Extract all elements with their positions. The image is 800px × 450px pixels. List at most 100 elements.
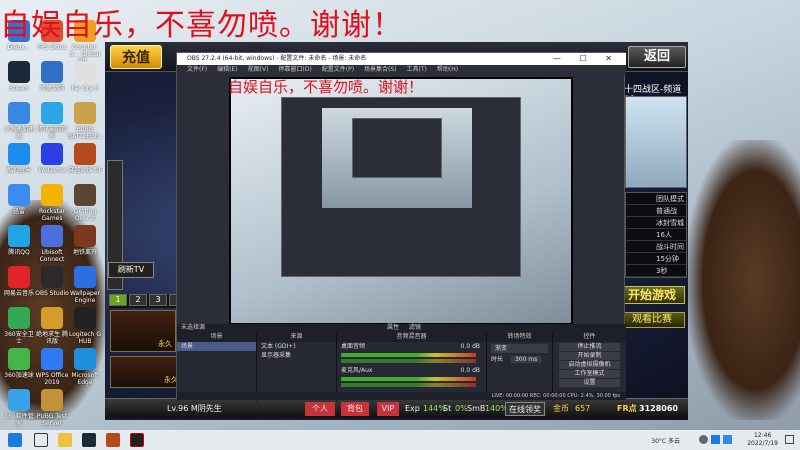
scenes-dock: 场景 场景 — [177, 332, 257, 401]
desktop-icon[interactable]: WPS Office 2019 — [35, 348, 69, 386]
desktop-icon[interactable]: 绝地求生 腾讯版 — [35, 307, 69, 345]
desktop-icon[interactable]: 360安全卫士 — [2, 307, 36, 345]
desktop-icon[interactable]: 修复动网 — [35, 61, 69, 92]
desktop-icon-label: Rockstar Games — [39, 208, 65, 222]
steam-icon[interactable] — [82, 433, 96, 447]
desktop-icon[interactable]: 迅雷 — [2, 184, 36, 215]
online-reward-button[interactable]: 在线领奖 — [505, 402, 545, 416]
menu-item[interactable]: 工具(T) — [407, 65, 427, 75]
weapon-slot-secondary[interactable]: 永久 — [110, 356, 182, 388]
desktop-icon-label: 小鹅速加速器 — [3, 126, 34, 140]
exp-label: Exp — [405, 404, 420, 413]
scene-item[interactable]: 场景 — [177, 342, 256, 351]
studio-mode-button[interactable]: 工作室模式 — [559, 370, 620, 378]
desktop-icon[interactable]: 穿越火线 CF — [68, 143, 102, 174]
vip-button[interactable]: VIP — [377, 402, 399, 416]
back-button[interactable]: 返回 — [628, 46, 686, 68]
desktop-icon[interactable]: 小鹅速加速器 — [2, 102, 36, 140]
menu-item[interactable]: 停靠窗口(D) — [278, 65, 311, 75]
desktop-icon[interactable]: 酷狗音乐 — [2, 143, 36, 174]
desktop-icon[interactable]: Far Cry 5 — [68, 61, 102, 92]
personal-button[interactable]: 个人 — [305, 402, 335, 416]
tv-button[interactable]: 刷新TV — [108, 262, 154, 278]
taskbar: 30°C 多云 12:46 2022/7/19 — [0, 430, 800, 450]
bag-button[interactable]: 背包 — [341, 402, 369, 416]
search-icon[interactable] — [34, 433, 48, 447]
menu-item[interactable]: 编辑(E) — [217, 65, 237, 75]
desktop-icon[interactable]: Getting Over It — [68, 184, 102, 222]
menu-item[interactable]: 帮助(H) — [437, 65, 458, 75]
weapon-slot-primary[interactable]: 永久 — [110, 310, 176, 352]
menu-item[interactable]: 场景集合(S) — [364, 65, 397, 75]
desktop-icon[interactable]: Ubisoft Connect — [35, 225, 69, 263]
desktop-icon[interactable]: PUBG BATTLEGR... — [68, 102, 104, 140]
desktop-icon-label: Ubisoft Connect — [39, 249, 65, 263]
sources-dock: 来源 文本 (GDI+) 显示器采集 — [257, 332, 337, 401]
start-recording-button[interactable]: 开始录制 — [559, 352, 620, 360]
weather-widget[interactable]: 30°C 多云 — [651, 436, 680, 445]
obs-window: OBS 27.2.4 (64-bit, windows) - 配置文件: 未命名… — [176, 52, 626, 401]
desktop-icon[interactable]: 网易云音乐 — [2, 266, 36, 297]
settings-button[interactable]: 设置 — [559, 379, 620, 387]
desktop-icon[interactable]: 地铁离开 — [68, 225, 102, 256]
mixer-track-level: 0.0 dB — [460, 367, 480, 374]
stop-streaming-button[interactable]: 停止推流 — [559, 343, 620, 351]
start-icon[interactable] — [8, 433, 22, 447]
desktop-icon[interactable]: WeGame — [35, 143, 69, 174]
menu-item[interactable]: 视图(V) — [248, 65, 269, 75]
virtual-camera-button[interactable]: 启动虚拟摄像机 — [559, 361, 620, 369]
tray-icon[interactable] — [699, 435, 708, 444]
slot-tab[interactable]: 1 — [109, 294, 127, 306]
slot-tab[interactable]: 2 — [129, 294, 147, 306]
desktop-icon[interactable]: 腾讯QQ — [2, 225, 36, 256]
st-label: St — [443, 404, 452, 413]
desktop-icon[interactable]: Rockstar Games — [35, 184, 69, 222]
desktop-icon[interactable]: Wallpaper Engine — [68, 266, 102, 304]
volume-slider[interactable] — [341, 359, 476, 363]
app-icon — [74, 143, 96, 165]
desktop-icon[interactable]: PUBG Test Server — [35, 389, 69, 427]
controls-dock: 控件 停止推流 开始录制 启动虚拟摄像机 工作室模式 设置 — [553, 332, 626, 401]
filters-button[interactable]: 滤镜 — [409, 324, 421, 331]
nested-screen-capture — [322, 108, 472, 208]
obs-preview[interactable] — [229, 77, 573, 325]
desktop-icon-label: 迅雷 — [12, 208, 25, 215]
desktop-icon[interactable]: OBS Studio — [35, 266, 69, 297]
watermark-text: 自娱自乐，不喜勿喷。谢谢！ — [0, 8, 403, 43]
watermark-text-nested: 自娱自乐，不喜勿喷。谢谢！ — [228, 78, 424, 96]
app-icon — [8, 348, 30, 370]
desktop-icon[interactable]: Steam — [2, 61, 36, 92]
desktop-icon[interactable]: Logitech G HUB — [68, 307, 102, 345]
volume-slider[interactable] — [341, 383, 476, 387]
game-icon[interactable] — [106, 433, 120, 447]
transitions-title: 转场特效 — [487, 332, 552, 342]
transition-select[interactable]: 渐变 — [491, 344, 548, 353]
obs-icon[interactable] — [130, 433, 144, 447]
window-controls[interactable]: — ☐ ✕ — [553, 53, 620, 65]
tray-icon[interactable] — [711, 435, 720, 444]
nested-screen-capture — [231, 79, 571, 323]
start-game-button[interactable]: 开始游戏 — [619, 286, 685, 304]
app-icon — [74, 225, 96, 247]
desktop-icon[interactable]: 腾讯电脑管家 — [35, 102, 69, 140]
slot-tab[interactable]: 3 — [149, 294, 167, 306]
tray-icon[interactable] — [723, 435, 732, 444]
properties-button[interactable]: 属性 — [387, 324, 399, 331]
source-item[interactable]: 显示器采集 — [257, 351, 336, 360]
clock-date: 2022/7/19 — [747, 440, 778, 447]
room-info-row: 战斗时间 — [626, 241, 686, 253]
watch-match-button[interactable]: 观看比赛 — [619, 312, 685, 328]
menu-item[interactable]: 文件(F) — [187, 65, 207, 75]
desktop-icon[interactable]: 360软件管家 — [2, 389, 36, 427]
desktop-icon[interactable]: Microsoft Edge — [68, 348, 102, 386]
menu-item[interactable]: 配置文件(P) — [322, 65, 354, 75]
recharge-button[interactable]: 充值 — [110, 45, 162, 69]
desktop-icon[interactable]: 360加速球 — [2, 348, 36, 379]
clock[interactable]: 12:46 2022/7/19 — [747, 432, 778, 448]
notification-icon[interactable] — [785, 435, 794, 444]
duration-input[interactable]: 300 ms — [510, 356, 542, 363]
desktop-icon-label: 地铁离开 — [72, 249, 97, 256]
st-value: 0% — [455, 404, 468, 413]
source-item[interactable]: 文本 (GDI+) — [257, 342, 336, 351]
file-explorer-icon[interactable] — [58, 433, 72, 447]
